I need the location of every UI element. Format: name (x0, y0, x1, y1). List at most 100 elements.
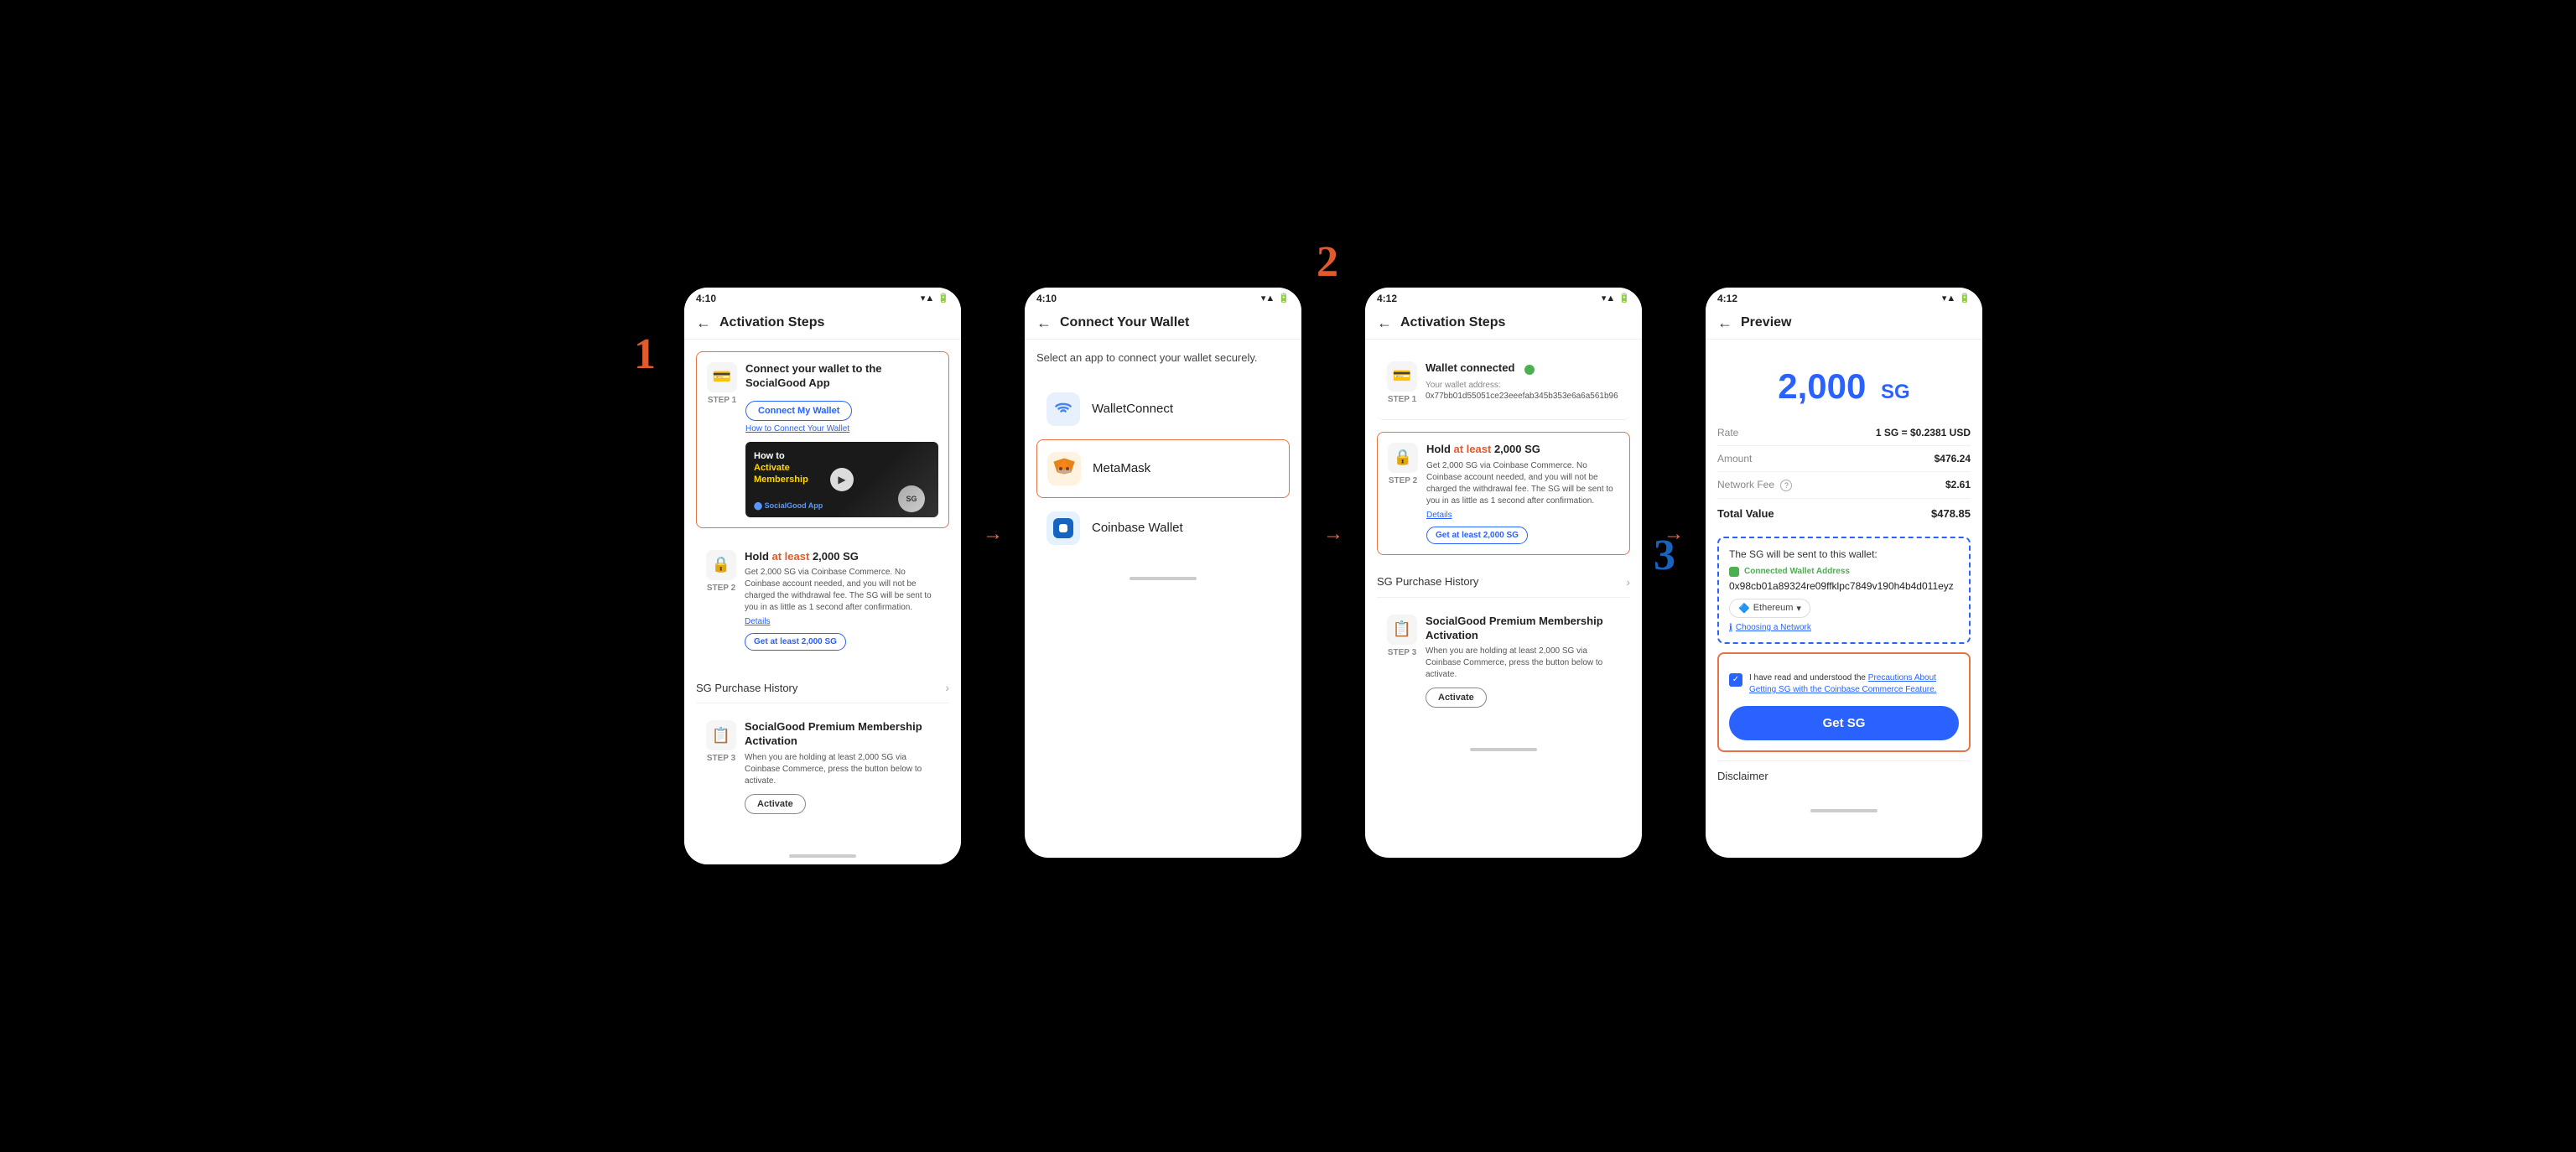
phone3-step3-row: 📋 STEP 3 SocialGood Premium Membership A… (1387, 615, 1620, 708)
status-icons-4: ▾▲ 🔋 (1942, 293, 1971, 304)
wallet-address-value: 0x77bb01d55051ce23eeefab345b353e6a6a561b… (1426, 392, 1618, 401)
phone2-subtitle: Select an app to connect your wallet sec… (1036, 351, 1290, 364)
phone-1-content: 💳 STEP 1 Connect your wallet to the Soci… (684, 340, 961, 848)
home-indicator-3 (1470, 748, 1537, 751)
total-label: Total Value (1717, 507, 1774, 520)
phone3-step2-row: 🔒 STEP 2 Hold at least 2,000 SG Get 2,00… (1388, 443, 1619, 544)
phone3-step3-icon: 📋 (1387, 615, 1417, 645)
coinbase-name: Coinbase Wallet (1092, 521, 1183, 535)
time-1: 4:10 (696, 293, 716, 304)
status-icons-1: ▾▲ 🔋 (921, 293, 949, 304)
terms-checkbox-row: ✓ I have read and understood the Precaut… (1729, 672, 1959, 696)
phone1-step2-info: Hold at least 2,000 SG Get 2,000 SG via … (745, 550, 939, 651)
sg-purchase-history-1[interactable]: SG Purchase History › (696, 672, 949, 703)
highlight-atleast: at least (772, 550, 810, 563)
back-arrow-1[interactable]: ← (696, 314, 711, 332)
wallet-option-coinbase[interactable]: Coinbase Wallet (1036, 500, 1290, 557)
phone-2-header: ← Connect Your Wallet (1025, 308, 1301, 340)
phone-2: 4:10 ▾▲ 🔋 ← Connect Your Wallet Select a… (1025, 288, 1301, 858)
step-number-1: 1 (634, 330, 656, 379)
green-connected-dot (1524, 365, 1535, 375)
disclaimer-label: Disclaimer (1717, 770, 1768, 782)
history-chevron-3: › (1626, 575, 1630, 589)
phone1-step3-info: SocialGood Premium Membership Activation… (745, 720, 939, 814)
fee-label: Network Fee ? (1717, 479, 1792, 491)
total-row: Total Value $478.85 (1717, 499, 1971, 528)
rate-row: Rate 1 SG = $0.2381 USD (1717, 420, 1971, 446)
phone-1-bottom (684, 848, 961, 864)
preview-amount-display: 2,000 SG (1717, 351, 1971, 413)
how-to-connect-link[interactable]: How to Connect Your Wallet (745, 424, 938, 433)
get-sg-final-btn[interactable]: Get SG (1729, 706, 1959, 740)
wallet-option-metamask[interactable]: MetaMask (1036, 439, 1290, 498)
wallet-connected-row: Wallet connected (1426, 361, 1618, 379)
phone-4-content: 2,000 SG Rate 1 SG = $0.2381 USD Amount … (1706, 340, 1982, 802)
phone1-step2-title: Hold at least 2,000 SG (745, 550, 939, 564)
status-bar-2: 4:10 ▾▲ 🔋 (1025, 288, 1301, 308)
checkmark-icon: ✓ (1732, 675, 1739, 684)
rate-label: Rate (1717, 427, 1738, 438)
phone3-step2-desc: Get 2,000 SG via Coinbase Commerce. No C… (1426, 460, 1619, 507)
metamask-name: MetaMask (1093, 461, 1150, 475)
phone1-step3-icon: 📋 (706, 720, 736, 750)
video-line2: Activate (754, 463, 790, 473)
phone-3-title: Activation Steps (1400, 315, 1505, 330)
network-label: Ethereum (1753, 603, 1794, 613)
sg-purchase-history-3[interactable]: SG Purchase History › (1377, 567, 1630, 598)
back-arrow-4[interactable]: ← (1717, 314, 1732, 332)
play-button[interactable]: ▶ (830, 468, 854, 491)
phone3-step1-title: Wallet connected (1426, 361, 1514, 376)
network-selector[interactable]: 🔷 Ethereum ▾ (1729, 599, 1810, 618)
step2-details-link[interactable]: Details (745, 617, 939, 626)
history-chevron-1: › (945, 681, 949, 694)
terms-checkbox[interactable]: ✓ (1729, 673, 1742, 687)
time-3: 4:12 (1377, 293, 1397, 304)
amount-row: Amount $476.24 (1717, 446, 1971, 472)
status-icons-2: ▾▲ 🔋 (1261, 293, 1290, 304)
step-number-2: 2 (1317, 237, 1338, 287)
wallet-option-walletconnect[interactable]: WalletConnect (1036, 381, 1290, 438)
total-value: $478.85 (1931, 507, 1971, 520)
signal-icon-2: ▾▲ (1261, 293, 1275, 304)
get-sg-btn-3[interactable]: Get at least 2,000 SG (1426, 527, 1528, 544)
phone3-step2-box: 🔒 STEP 2 Hold at least 2,000 SG Get 2,00… (1377, 432, 1630, 555)
arrow-1: → (976, 288, 1010, 546)
walletconnect-icon (1046, 392, 1080, 426)
arrow-2: → (1317, 288, 1350, 546)
back-arrow-2[interactable]: ← (1036, 314, 1052, 332)
info-circle-icon: ℹ (1729, 623, 1732, 632)
wallet-destination-box: The SG will be sent to this wallet: Conn… (1717, 537, 1971, 644)
precautions-link[interactable]: Precautions About Getting SG with the Co… (1749, 673, 1936, 694)
phone3-step1-box: 💳 STEP 1 Wallet connected Your wallet ad… (1377, 351, 1630, 420)
get-sg-btn-1[interactable]: Get at least 2,000 SG (745, 633, 846, 651)
phone3-step3-box: 📋 STEP 3 SocialGood Premium Membership A… (1377, 605, 1630, 719)
phone1-step1-icon: 💳 (707, 362, 737, 392)
connect-wallet-btn[interactable]: Connect My Wallet (745, 401, 852, 421)
phone1-step2-label: STEP 2 (707, 584, 735, 593)
phone3-step1-info: Wallet connected Your wallet address: 0x… (1426, 361, 1618, 401)
disclaimer-section: Disclaimer (1717, 760, 1971, 791)
back-arrow-3[interactable]: ← (1377, 314, 1392, 332)
terms-text: I have read and understood the Precautio… (1749, 672, 1959, 696)
phone1-step2-row: 🔒 STEP 2 Hold at least 2,000 SG Get 2,00… (706, 550, 939, 651)
ethereum-icon: 🔷 (1738, 603, 1750, 614)
home-indicator-4 (1810, 809, 1877, 812)
chevron-down-icon: ▾ (1796, 603, 1801, 614)
phone-3-content: 💳 STEP 1 Wallet connected Your wallet ad… (1365, 340, 1642, 742)
connected-wallet-label: Connected Wallet Address (1729, 567, 1959, 577)
amount-unit: SG (1881, 381, 1910, 403)
choosing-network-link[interactable]: ℹ Choosing a Network (1729, 623, 1959, 632)
coinbase-icon (1046, 511, 1080, 545)
activate-btn-1[interactable]: Activate (745, 794, 806, 814)
activate-btn-3[interactable]: Activate (1426, 688, 1487, 708)
phone-4-bottom (1706, 802, 1982, 819)
phone3-step3-label: STEP 3 (1388, 648, 1416, 657)
step2-details-link-3[interactable]: Details (1426, 511, 1619, 520)
phone3-step2-info: Hold at least 2,000 SG Get 2,000 SG via … (1426, 443, 1619, 544)
phone-3-header: ← Activation Steps (1365, 308, 1642, 340)
status-bar-3: 4:12 ▾▲ 🔋 (1365, 288, 1642, 308)
phone1-step2-icon: 🔒 (706, 550, 736, 580)
history-label-1: SG Purchase History (696, 682, 797, 694)
status-bar-4: 4:12 ▾▲ 🔋 (1706, 288, 1982, 308)
phone3-step2-icon: 🔒 (1388, 443, 1418, 473)
